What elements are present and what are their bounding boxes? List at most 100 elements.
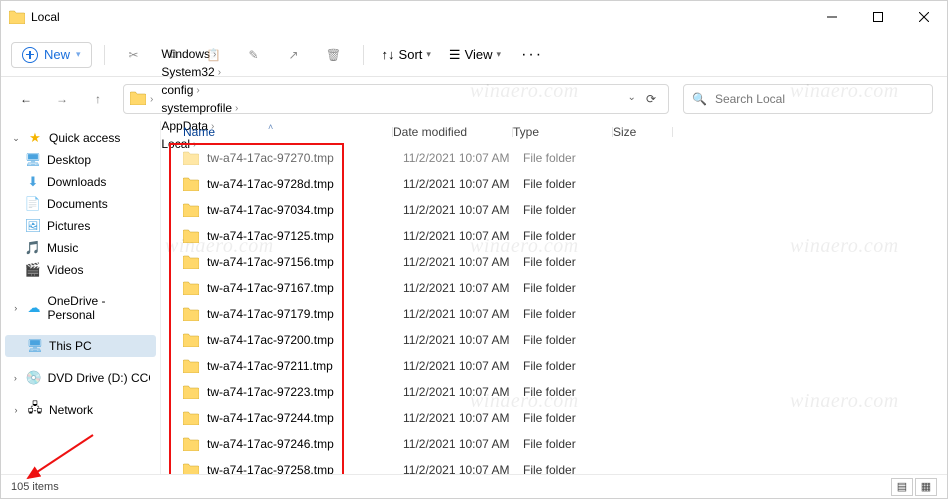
delete-icon[interactable]: 🗑 [317, 40, 351, 70]
folder-icon [183, 307, 201, 321]
file-row[interactable]: tw-a74-17ac-97270.tmp11/2/2021 10:07 AMF… [169, 145, 947, 171]
up-button[interactable]: ↑ [87, 88, 109, 110]
folder-icon [183, 333, 201, 347]
status-bar: 105 items ▤ ▦ [1, 474, 947, 498]
chevron-right-icon: › [218, 67, 221, 78]
file-row[interactable]: tw-a74-17ac-97223.tmp11/2/2021 10:07 AMF… [169, 379, 947, 405]
maximize-button[interactable] [855, 1, 901, 33]
sidebar-onedrive[interactable]: ›☁OneDrive - Personal [5, 291, 156, 325]
file-name: tw-a74-17ac-9728d.tmp [207, 177, 403, 191]
folder-icon [183, 281, 201, 295]
file-row[interactable]: tw-a74-17ac-97167.tmp11/2/2021 10:07 AMF… [169, 275, 947, 301]
sidebar-quick-access[interactable]: ⌄★Quick access [5, 127, 156, 149]
column-size[interactable]: Size [613, 125, 673, 139]
back-button[interactable]: ← [15, 88, 37, 110]
rename-icon[interactable]: ✎ [237, 40, 271, 70]
history-chevron-icon[interactable]: ⌄ [628, 92, 636, 106]
search-placeholder: Search Local [715, 92, 785, 106]
file-row[interactable]: tw-a74-17ac-97200.tmp11/2/2021 10:07 AMF… [169, 327, 947, 353]
sidebar-network[interactable]: ›🖧Network [5, 399, 156, 421]
refresh-icon[interactable]: ⟳ [646, 92, 656, 106]
folder-icon [183, 151, 201, 165]
more-button[interactable]: ··· [513, 46, 551, 64]
column-type[interactable]: Type [513, 125, 613, 139]
sidebar-item-music[interactable]: 🎵Music [5, 237, 156, 259]
copy-icon[interactable]: ⧉ [157, 40, 191, 70]
folder-icon [183, 359, 201, 373]
file-type: File folder [523, 203, 623, 217]
chevron-right-icon: › [235, 103, 238, 114]
close-button[interactable] [901, 1, 947, 33]
file-name: tw-a74-17ac-97246.tmp [207, 437, 403, 451]
address-bar[interactable]: › Windows ›System32 ›config ›systemprofi… [123, 84, 669, 114]
folder-icon [183, 463, 201, 474]
file-row[interactable]: tw-a74-17ac-97156.tmp11/2/2021 10:07 AMF… [169, 249, 947, 275]
sidebar-item-label: Documents [47, 197, 108, 211]
file-date: 11/2/2021 10:07 AM [403, 203, 523, 217]
breadcrumb-item[interactable]: config › [157, 81, 242, 99]
downloads-icon: ⬇ [25, 174, 41, 190]
file-row[interactable]: tw-a74-17ac-97244.tmp11/2/2021 10:07 AMF… [169, 405, 947, 431]
sidebar-item-label: Pictures [47, 219, 90, 233]
share-icon[interactable]: ↗ [277, 40, 311, 70]
details-view-button[interactable]: ▤ [891, 478, 913, 496]
file-type: File folder [523, 385, 623, 399]
file-row[interactable]: tw-a74-17ac-97211.tmp11/2/2021 10:07 AMF… [169, 353, 947, 379]
file-type: File folder [523, 463, 623, 474]
folder-icon [183, 385, 201, 399]
nav-pane: ⌄★Quick access 🖥Desktop⬇Downloads 📄 Docume… [1, 121, 161, 474]
sidebar-item-label: This PC [49, 339, 92, 353]
forward-button[interactable]: → [51, 88, 73, 110]
sidebar-item-label: OneDrive - Personal [48, 294, 150, 322]
view-button[interactable]: ☰ View ▾ [443, 43, 507, 67]
sidebar-dvd[interactable]: ›💿DVD Drive (D:) CCCO [5, 367, 156, 389]
folder-icon [9, 9, 25, 25]
column-date[interactable]: Date modified [393, 125, 513, 139]
file-row[interactable]: tw-a74-17ac-97179.tmp11/2/2021 10:07 AMF… [169, 301, 947, 327]
documents-icon: 📄 [25, 196, 41, 212]
separator [363, 45, 364, 65]
file-row[interactable]: tw-a74-17ac-97246.tmp11/2/2021 10:07 AMF… [169, 431, 947, 457]
new-button[interactable]: New ▾ [11, 42, 92, 68]
search-input[interactable]: 🔍 Search Local [683, 84, 933, 114]
file-type: File folder [523, 333, 623, 347]
file-name: tw-a74-17ac-97125.tmp [207, 229, 403, 243]
chevron-right-icon: › [196, 85, 199, 96]
sidebar-item-label: Videos [47, 263, 83, 277]
file-name: tw-a74-17ac-97258.tmp [207, 463, 403, 474]
sidebar-item-desktop[interactable]: 🖥Desktop [5, 149, 156, 171]
sidebar-item-downloads[interactable]: ⬇Downloads [5, 171, 156, 193]
chevron-down-icon: ▾ [497, 49, 502, 60]
file-row[interactable]: tw-a74-17ac-97125.tmp11/2/2021 10:07 AMF… [169, 223, 947, 249]
file-name: tw-a74-17ac-97211.tmp [207, 359, 403, 373]
sidebar-item-documents[interactable]: 📄 Documents [5, 193, 156, 215]
file-name: tw-a74-17ac-97034.tmp [207, 203, 403, 217]
sidebar-item-videos[interactable]: 🎬Videos [5, 259, 156, 281]
file-type: File folder [523, 255, 623, 269]
file-row[interactable]: tw-a74-17ac-9728d.tmp11/2/2021 10:07 AMF… [169, 171, 947, 197]
folder-icon [130, 91, 146, 108]
file-type: File folder [523, 437, 623, 451]
disc-icon: 💿 [26, 370, 42, 386]
file-row[interactable]: tw-a74-17ac-97034.tmp11/2/2021 10:07 AMF… [169, 197, 947, 223]
file-date: 11/2/2021 10:07 AM [403, 281, 523, 295]
file-date: 11/2/2021 10:07 AM [403, 177, 523, 191]
sidebar-item-pictures[interactable]: 🖼 Pictures [5, 215, 156, 237]
sidebar-item-label: Music [47, 241, 78, 255]
star-icon: ★ [27, 130, 43, 146]
file-date: 11/2/2021 10:07 AM [403, 333, 523, 347]
file-row[interactable]: tw-a74-17ac-97258.tmp11/2/2021 10:07 AMF… [169, 457, 947, 474]
thumbnails-view-button[interactable]: ▦ [915, 478, 937, 496]
sidebar-this-pc[interactable]: 🖥This PC [5, 335, 156, 357]
minimize-button[interactable] [809, 1, 855, 33]
breadcrumb-item[interactable]: systemprofile › [157, 99, 242, 117]
folder-icon [183, 411, 201, 425]
cut-icon[interactable]: ✂ [117, 40, 151, 70]
sort-button[interactable]: ↑↓ Sort ▾ [376, 43, 437, 66]
title-bar: Local [1, 1, 947, 33]
file-type: File folder [523, 281, 623, 295]
sort-label: Sort [399, 47, 423, 62]
file-name: tw-a74-17ac-97244.tmp [207, 411, 403, 425]
column-name[interactable]: Name ˄ [183, 125, 393, 139]
pictures-icon: 🖼 [25, 218, 41, 234]
